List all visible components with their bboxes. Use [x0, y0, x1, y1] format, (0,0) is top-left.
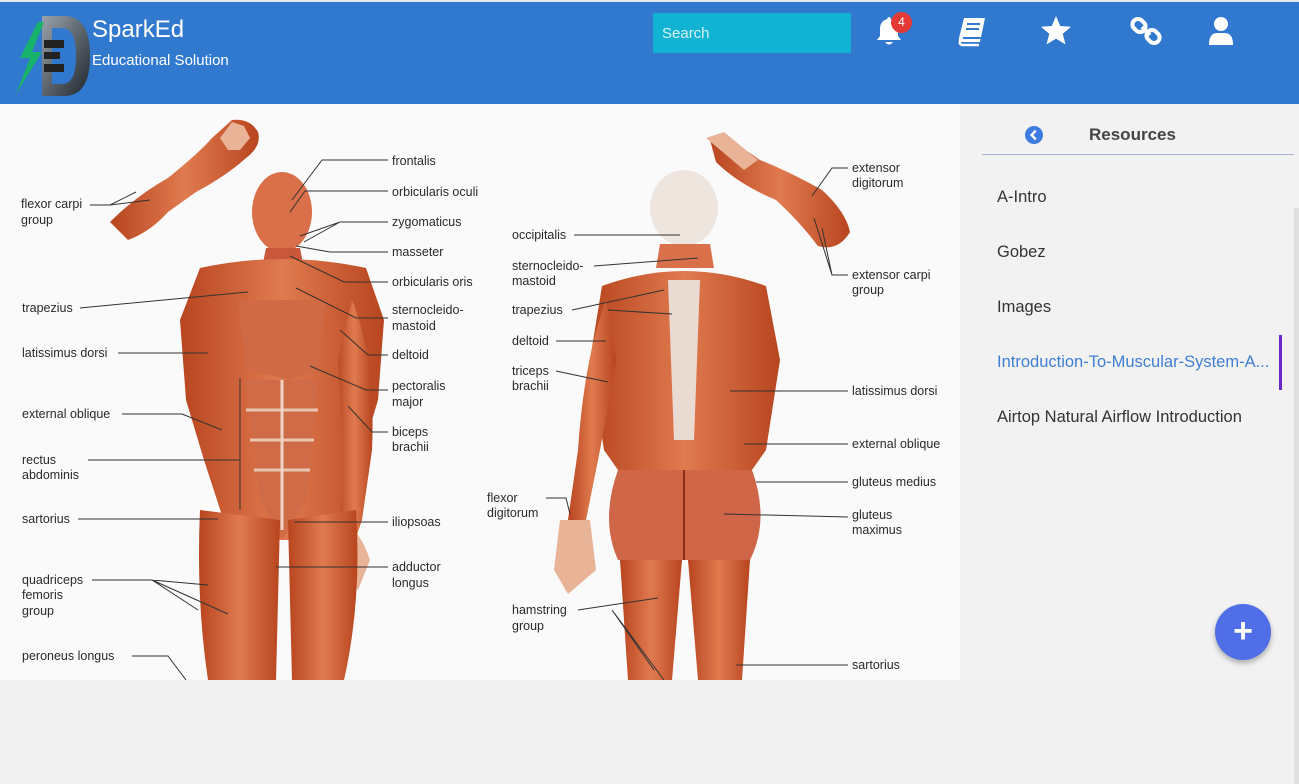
search-input[interactable] — [653, 13, 851, 53]
label-sartorius-back: sartorius — [852, 658, 900, 672]
label-orbicularis-oculi: orbicularis oculi — [392, 185, 478, 199]
label-adductor-1: adductor — [392, 560, 441, 574]
label-occipitalis: occipitalis — [512, 228, 566, 242]
label-deltoid: deltoid — [392, 348, 429, 362]
label-pectoralis-1: pectoralis — [392, 379, 446, 393]
label-extensor-carpi-1: extensor carpi — [852, 268, 931, 282]
label-quadriceps-1: quadriceps — [22, 573, 83, 587]
back-chevron-icon[interactable] — [1025, 126, 1043, 144]
label-quadriceps-3: group — [22, 604, 54, 618]
plus-icon: + — [1233, 612, 1253, 650]
scrollbar-track[interactable] — [1294, 208, 1299, 784]
label-gluteus-maximus-2: maximus — [852, 523, 902, 537]
label-masseter: masseter — [392, 245, 443, 259]
label-hamstring-2: group — [512, 619, 544, 633]
label-biceps-1: biceps — [392, 425, 428, 439]
label-peroneus: peroneus longus — [22, 649, 114, 663]
sidebar-header: Resources — [982, 112, 1294, 155]
muscular-system-diagram: frontalis orbicularis oculi zygomaticus … — [0, 104, 960, 680]
label-external-oblique-back: external oblique — [852, 437, 940, 451]
sidebar-item-images[interactable]: Images — [997, 298, 1282, 317]
label-quadriceps-2: femoris — [22, 588, 63, 602]
label-frontalis: frontalis — [392, 154, 436, 168]
link-icon[interactable] — [1129, 14, 1163, 48]
brand-tagline: Educational Solution — [92, 52, 229, 69]
front-body-figure — [110, 119, 384, 680]
star-icon[interactable] — [1039, 14, 1073, 48]
notification-badge: 4 — [891, 12, 912, 33]
book-icon[interactable] — [955, 14, 989, 48]
label-triceps-2: brachii — [512, 379, 549, 393]
sidebar-item-a-intro[interactable]: A-Intro — [997, 188, 1282, 207]
back-body-figure — [554, 132, 850, 680]
label-sartorius-front: sartorius — [22, 512, 70, 526]
label-latissimus-back: latissimus dorsi — [852, 384, 937, 398]
active-item-indicator — [1279, 335, 1282, 390]
label-trapezius-front: trapezius — [22, 301, 73, 315]
label-iliopsoas: iliopsoas — [392, 515, 441, 529]
label-extensor-digitorum-2: digitorum — [852, 176, 903, 190]
resources-sidebar: Resources A-Intro Gobez Images Introduct… — [982, 104, 1299, 680]
sidebar-item-gobez[interactable]: Gobez — [997, 243, 1282, 262]
label-flexor-digitorum-2: digitorum — [487, 506, 538, 520]
sidebar-item-airtop-airflow[interactable]: Airtop Natural Airflow Introduction — [997, 408, 1282, 427]
label-extensor-digitorum-1: extensor — [852, 161, 900, 175]
label-sternocleidomastoid-1: sternocleido- — [392, 303, 464, 317]
label-extensor-carpi-2: group — [852, 283, 884, 297]
label-orbicularis-oris: orbicularis oris — [392, 275, 473, 289]
label-flexor-digitorum-1: flexor — [487, 491, 518, 505]
label-pectoralis-2: major — [392, 395, 423, 409]
top-app-bar: SparkEd Educational Solution 4 — [0, 0, 1299, 104]
label-back-sterno-1: sternocleido- — [512, 259, 584, 273]
muscle-figures: frontalis orbicularis oculi zygomaticus … — [21, 119, 940, 680]
label-biceps-2: brachii — [392, 440, 429, 454]
label-trapezius-back: trapezius — [512, 303, 563, 317]
sidebar-title: Resources — [1089, 125, 1176, 144]
user-icon[interactable] — [1204, 14, 1238, 48]
label-hamstring-1: hamstring — [512, 603, 567, 617]
brand-name: SparkEd — [92, 16, 185, 43]
sparked-logo[interactable] — [12, 14, 92, 98]
add-fab-button[interactable]: + — [1215, 604, 1271, 660]
label-latissimus-front: latissimus dorsi — [22, 346, 107, 360]
label-rectus-1: rectus — [22, 453, 56, 467]
label-gluteus-maximus-1: gluteus — [852, 508, 892, 522]
label-sternocleidomastoid-2: mastoid — [392, 319, 436, 333]
label-back-sterno-2: mastoid — [512, 274, 556, 288]
main-content: frontalis orbicularis oculi zygomaticus … — [0, 104, 1299, 784]
label-flexor-carpi-1: flexor carpi — [21, 197, 82, 211]
label-external-oblique-front: external oblique — [22, 407, 110, 421]
label-flexor-carpi-2: group — [21, 213, 53, 227]
label-triceps-1: triceps — [512, 364, 549, 378]
label-adductor-2: longus — [392, 576, 429, 590]
sidebar-item-introduction-muscular-system[interactable]: Introduction-To-Muscular-System-A... — [997, 353, 1282, 372]
label-deltoid-back: deltoid — [512, 334, 549, 348]
label-gluteus-medius: gluteus medius — [852, 475, 936, 489]
label-rectus-2: abdominis — [22, 468, 79, 482]
label-zygomaticus: zygomaticus — [392, 215, 461, 229]
